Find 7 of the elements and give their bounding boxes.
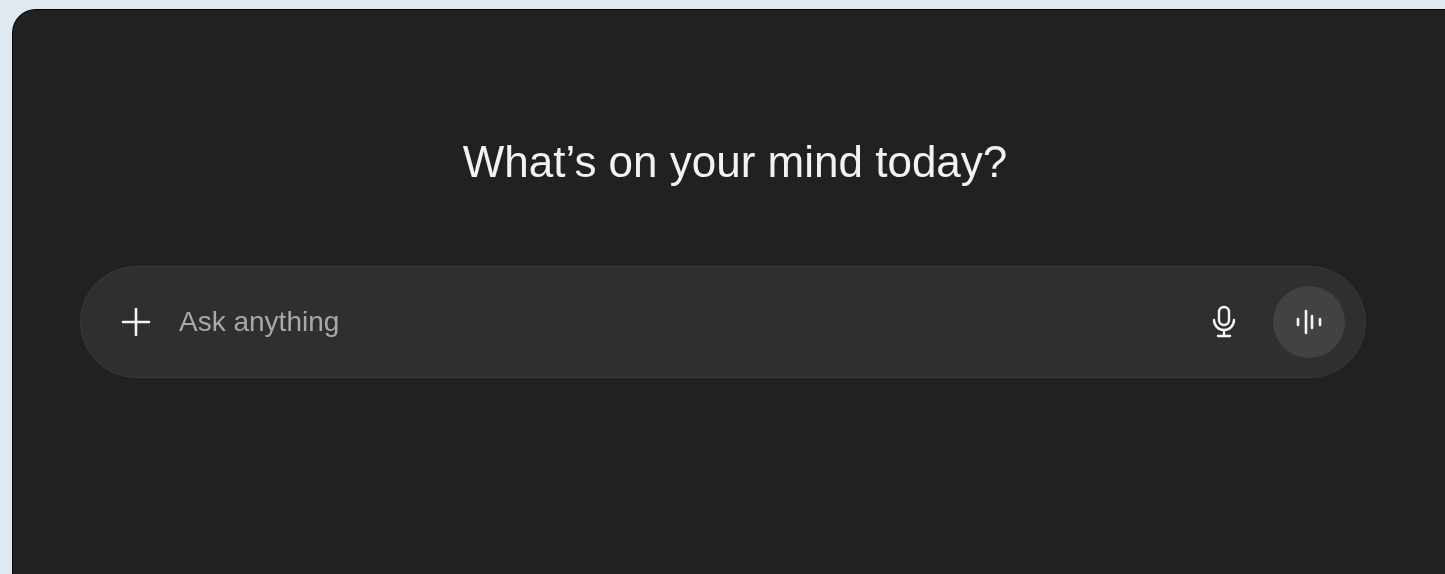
message-input[interactable]: Ask anything xyxy=(177,305,1211,339)
microphone-icon xyxy=(1211,305,1237,339)
page-heading: What’s on your mind today? xyxy=(462,136,1008,188)
microphone-button[interactable] xyxy=(1211,305,1237,339)
waveform-icon xyxy=(1295,309,1323,335)
add-button[interactable] xyxy=(121,307,151,337)
plus-icon xyxy=(121,307,151,337)
